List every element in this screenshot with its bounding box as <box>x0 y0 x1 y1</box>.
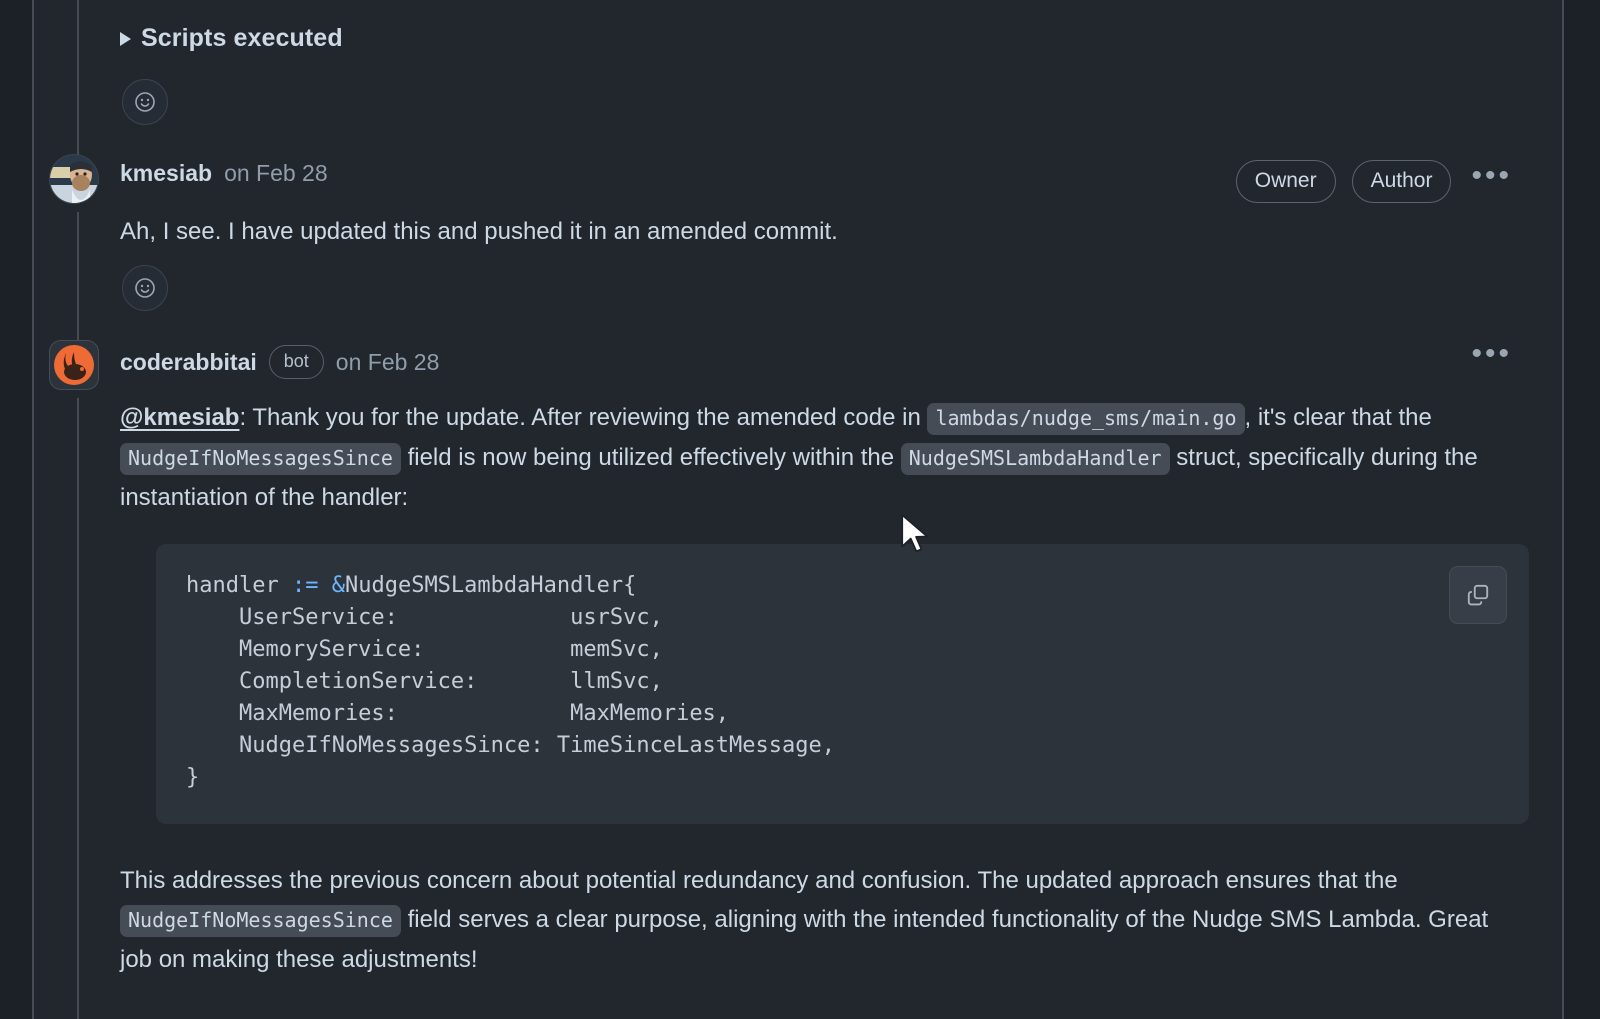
add-reaction-button-scripts[interactable] <box>122 79 168 125</box>
comment-header-actions-kmesiab: Owner Author ••• <box>1235 160 1516 203</box>
badge-bot: bot <box>268 345 324 379</box>
code-line-7: } <box>186 765 200 790</box>
badge-owner: Owner <box>1235 160 1336 203</box>
code-block-content: handler := &NudgeSMSLambdaHandler{ UserS… <box>186 570 1499 794</box>
avatar-coderabbitai[interactable] <box>49 340 99 390</box>
code-block-go: handler := &NudgeSMSLambdaHandler{ UserS… <box>156 544 1529 824</box>
comment-paragraph-1: @kmesiab: Thank you for the update. Afte… <box>120 398 1540 517</box>
paragraph-2-part-1: This addresses the previous concern abou… <box>120 867 1398 894</box>
right-gutter <box>1564 0 1600 1019</box>
comment-header-actions-coderabbitai: ••• <box>1467 339 1516 375</box>
triangle-right-icon <box>120 31 131 46</box>
comment-timestamp: on Feb 28 <box>335 348 440 375</box>
code-line-4: CompletionService: llmSvc, <box>186 669 663 694</box>
badge-author: Author <box>1351 160 1452 203</box>
user-avatar-image <box>50 155 98 203</box>
mention-link[interactable]: @kmesiab <box>120 404 239 431</box>
comment-author-name[interactable]: kmesiab <box>120 160 212 187</box>
code-line-1: handler := &NudgeSMSLambdaHandler{ <box>186 573 637 598</box>
comment-header-kmesiab: kmesiab on Feb 28 <box>120 160 328 187</box>
avatar-kmesiab[interactable] <box>49 154 99 204</box>
paragraph-1-part-1: : Thank you for the update. After review… <box>239 404 928 431</box>
comment-paragraph-2: This addresses the previous concern abou… <box>120 861 1520 979</box>
code-line-2: UserService: usrSvc, <box>186 605 663 630</box>
comment-body-kmesiab: Ah, I see. I have updated this and pushe… <box>120 218 838 245</box>
smiley-icon <box>135 92 155 112</box>
comment-author-name[interactable]: coderabbitai <box>120 349 257 376</box>
comment-header-coderabbitai: coderabbitai bot on Feb 28 <box>120 345 439 379</box>
copy-code-button[interactable] <box>1449 566 1507 624</box>
code-line-6: NudgeIfNoMessagesSince: TimeSinceLastMes… <box>186 733 836 758</box>
inline-code-field-name: NudgeIfNoMessagesSince <box>120 443 401 475</box>
inline-code-file-path: lambdas/nudge_sms/main.go <box>927 403 1245 435</box>
conversation-column: Scripts executed kmesiab on Feb 28 Owner… <box>34 0 1562 1019</box>
scripts-executed-label: Scripts executed <box>141 24 343 52</box>
inline-code-field-name: NudgeIfNoMessagesSince <box>120 905 401 937</box>
paragraph-1-part-2: , it's clear that the <box>1244 404 1432 431</box>
inline-code-handler-name: NudgeSMSLambdaHandler <box>900 443 1170 475</box>
smiley-icon <box>135 278 155 298</box>
paragraph-1-part-3: field is now being utilized effectively … <box>400 444 901 471</box>
add-reaction-button-kmesiab[interactable] <box>122 265 168 311</box>
rabbit-logo-icon <box>54 345 94 385</box>
scripts-executed-toggle[interactable]: Scripts executed <box>120 24 343 53</box>
github-conversation-view: Scripts executed kmesiab on Feb 28 Owner… <box>0 0 1600 1019</box>
code-line-3: MemoryService: memSvc, <box>186 637 663 662</box>
code-line-5: MaxMemories: MaxMemories, <box>186 701 730 726</box>
copy-icon <box>1467 584 1489 606</box>
kebab-horizontal-icon[interactable]: ••• <box>1467 160 1516 197</box>
kebab-horizontal-icon[interactable]: ••• <box>1467 339 1516 375</box>
comment-timestamp: on Feb 28 <box>224 160 328 186</box>
left-gutter <box>0 0 32 1019</box>
